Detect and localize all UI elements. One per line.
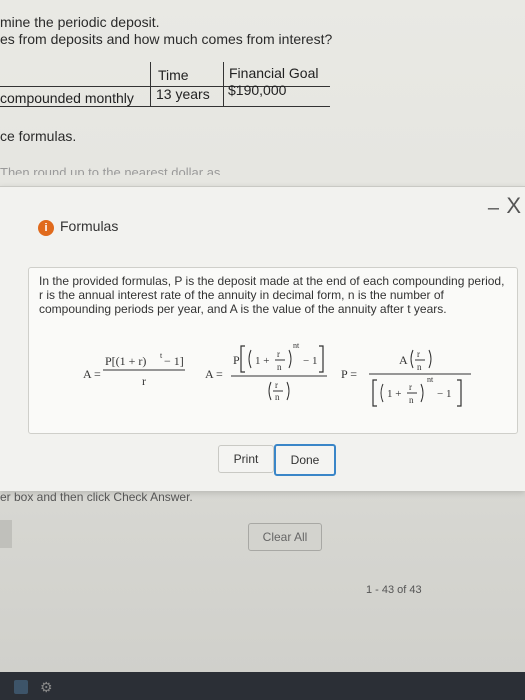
formula1-exponent: t: [160, 351, 163, 360]
goal-table: Time Financial Goal compounded monthly 1…: [0, 62, 330, 107]
gear-icon[interactable]: ⚙: [40, 680, 54, 694]
table-bottom-line: [0, 106, 330, 107]
formula3-num-right-paren: [428, 349, 432, 369]
formula2-exponent: nt: [293, 341, 300, 350]
formula-area: A = P[(1 + r) t − 1] r A = P 1 + r n nt …: [83, 341, 471, 407]
print-button[interactable]: Print: [218, 445, 274, 473]
faded-instruction: Then round up to the nearest dollar as n…: [0, 165, 221, 175]
formula2-right-paren: [288, 349, 292, 369]
formula3-denom-left-paren: [380, 383, 384, 403]
table-col-divider-2: [223, 62, 224, 106]
taskbar: ⚙: [0, 672, 525, 700]
pager: 1 - 43 of 43: [366, 584, 422, 596]
formula3-denom-n: n: [409, 395, 414, 405]
formula3-left-bracket: [372, 379, 377, 407]
close-button[interactable]: X: [506, 193, 521, 219]
question-line-3: ce formulas.: [0, 128, 77, 144]
windows-icon[interactable]: [14, 680, 28, 694]
question-line-2: es from deposits and how much comes from…: [0, 31, 333, 47]
formula2-lhs: A =: [205, 367, 223, 381]
formula3-denom-right-paren: [420, 383, 424, 403]
answer-box[interactable]: [0, 520, 12, 548]
formula1-numerator: P[(1 + r): [105, 354, 146, 368]
clear-all-button[interactable]: Clear All: [248, 523, 322, 551]
header-financial-goal: Financial Goal: [229, 65, 319, 81]
cell-compounding: compounded monthly: [0, 90, 134, 106]
formula3-denom-r: r: [409, 382, 412, 392]
formula3-right-bracket: [457, 379, 462, 407]
formula3-a: A: [399, 353, 408, 367]
formula3-exponent: nt: [427, 375, 434, 384]
formula-2: A = P 1 + r n nt − 1 r n: [205, 341, 327, 402]
question-line-1: mine the periodic deposit.: [0, 14, 160, 30]
formula-1: A = P[(1 + r) t − 1] r: [83, 351, 185, 388]
formula2-right-bracket: [319, 345, 324, 373]
dialog-title: Formulas: [60, 218, 119, 234]
cell-goal: $190,000: [228, 82, 287, 98]
header-time: Time: [158, 67, 189, 83]
formula3-lhs: P =: [341, 367, 357, 381]
formula2-left-paren: [248, 349, 252, 369]
formula2-denom-left-paren: [268, 381, 272, 401]
formulas-panel: In the provided formulas, P is the depos…: [28, 267, 518, 434]
formula2-denom-right-paren: [286, 381, 290, 401]
formula1-denominator: r: [142, 374, 146, 388]
formula3-num-left-paren: [410, 349, 414, 369]
formula2-p: P: [233, 353, 240, 367]
formula2-one-plus: 1 +: [255, 355, 269, 367]
formula2-r: r: [277, 349, 280, 359]
formulas-dialog: – X i Formulas In the provided formulas,…: [0, 186, 525, 491]
page: mine the periodic deposit. es from depos…: [0, 0, 525, 700]
formula3-minus-one: − 1: [437, 388, 451, 400]
formula-3: P = A r n 1 + r n nt − 1: [341, 349, 471, 407]
formula3-num-n: n: [417, 362, 422, 372]
formula2-minus-one: − 1: [303, 355, 317, 367]
formula2-denom-r: r: [275, 380, 278, 390]
formula1-tail: − 1]: [164, 354, 184, 368]
minimize-button[interactable]: –: [488, 197, 499, 220]
answer-hint: er box and then click Check Answer.: [0, 490, 193, 504]
formula2-n: n: [277, 362, 282, 372]
formula1-lhs: A =: [83, 367, 101, 381]
formula3-one-plus: 1 +: [387, 388, 401, 400]
info-icon: i: [38, 220, 54, 236]
table-col-divider-1: [150, 62, 151, 106]
formula-description: In the provided formulas, P is the depos…: [39, 274, 505, 316]
formula2-left-bracket: [240, 345, 245, 373]
cell-time: 13 years: [156, 86, 210, 102]
formula3-num-r: r: [417, 349, 420, 359]
formula2-denom-n: n: [275, 392, 280, 402]
done-button[interactable]: Done: [274, 444, 336, 476]
